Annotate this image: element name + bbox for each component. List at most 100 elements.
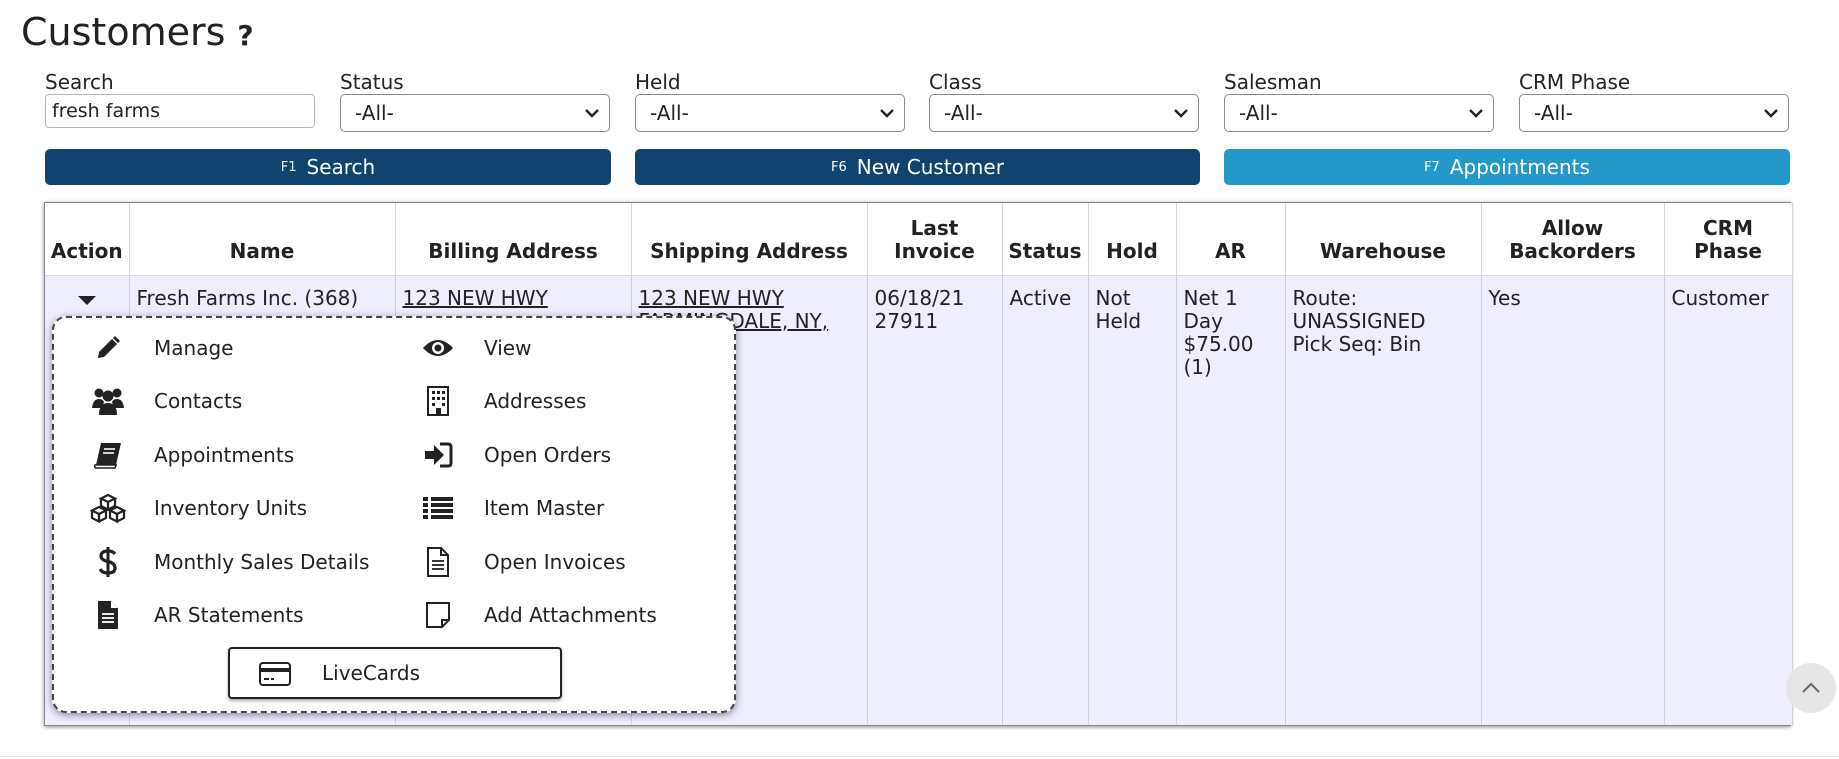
menu-item-addresses[interactable]: Addresses bbox=[418, 381, 586, 421]
crm-phase-select-value: -All- bbox=[1534, 101, 1573, 125]
pencil-icon bbox=[88, 328, 128, 368]
menu-item-ar-statements[interactable]: AR Statements bbox=[88, 595, 304, 635]
chevron-down-icon bbox=[585, 109, 599, 118]
held-label: Held bbox=[635, 70, 681, 94]
ar-line3: $75.00 bbox=[1183, 331, 1254, 356]
page-title: Customers ? bbox=[21, 10, 254, 54]
chevron-down-icon bbox=[880, 109, 894, 118]
header-allow-backorders-line1: Allow bbox=[1541, 215, 1604, 240]
appointments-button-label: Appointments bbox=[1449, 155, 1590, 179]
menu-label-add-attachments: Add Attachments bbox=[484, 603, 657, 627]
held-filter: Held -All- bbox=[635, 70, 905, 132]
salesman-filter: Salesman -All- bbox=[1224, 70, 1494, 132]
chevron-down-icon bbox=[1174, 109, 1188, 118]
credit-card-icon bbox=[258, 659, 292, 689]
header-action: Action bbox=[45, 203, 130, 276]
new-customer-button-label: New Customer bbox=[856, 155, 1004, 179]
header-crm-phase-line2: Phase bbox=[1694, 238, 1762, 263]
last-invoice-cell: 06/18/21 27911 bbox=[867, 275, 1003, 725]
status-select[interactable]: -All- bbox=[340, 94, 610, 132]
menu-item-add-attachments[interactable]: Add Attachments bbox=[418, 595, 657, 635]
cubes-icon bbox=[88, 488, 128, 528]
crm-phase-label: CRM Phase bbox=[1519, 70, 1631, 94]
search-button[interactable]: F1 Search bbox=[45, 149, 611, 185]
crm-phase-select[interactable]: -All- bbox=[1519, 94, 1789, 132]
file-text-icon bbox=[88, 595, 128, 635]
last-invoice-number: 27911 bbox=[874, 308, 939, 333]
warehouse-line3: Pick Seq: Bin bbox=[1292, 331, 1422, 356]
held-select[interactable]: -All- bbox=[635, 94, 905, 132]
menu-label-addresses: Addresses bbox=[484, 389, 587, 413]
menu-item-view[interactable]: View bbox=[418, 328, 531, 368]
menu-label-open-invoices: Open Invoices bbox=[484, 550, 626, 574]
book-icon bbox=[88, 435, 128, 475]
menu-label-ar-statements: AR Statements bbox=[154, 603, 304, 627]
new-customer-button[interactable]: F6 New Customer bbox=[635, 149, 1200, 185]
hold-line2: Held bbox=[1095, 308, 1142, 333]
search-button-label: Search bbox=[306, 155, 376, 179]
chevron-up-icon bbox=[1802, 682, 1820, 693]
menu-item-livecards[interactable]: LiveCards bbox=[228, 647, 562, 699]
header-crm-phase[interactable]: CRM Phase bbox=[1664, 203, 1793, 276]
search-input[interactable] bbox=[45, 94, 315, 128]
appointments-button[interactable]: F7 Appointments bbox=[1224, 149, 1790, 185]
header-shipping-address[interactable]: Shipping Address bbox=[631, 203, 868, 276]
header-billing-address[interactable]: Billing Address bbox=[395, 203, 632, 276]
header-allow-backorders[interactable]: Allow Backorders bbox=[1481, 203, 1665, 276]
appointments-button-key: F7 bbox=[1424, 159, 1440, 175]
header-crm-phase-line1: CRM bbox=[1703, 215, 1753, 240]
search-filter: Search bbox=[45, 70, 315, 128]
salesman-select[interactable]: -All- bbox=[1224, 94, 1494, 132]
held-select-value: -All- bbox=[650, 101, 689, 125]
header-ar[interactable]: AR bbox=[1176, 203, 1286, 276]
menu-item-appointments[interactable]: Appointments bbox=[88, 435, 294, 475]
menu-item-monthly-sales[interactable]: Monthly Sales Details bbox=[88, 542, 369, 582]
dollar-icon bbox=[88, 542, 128, 582]
header-hold[interactable]: Hold bbox=[1088, 203, 1177, 276]
header-last-invoice[interactable]: Last Invoice bbox=[867, 203, 1003, 276]
new-customer-button-key: F6 bbox=[831, 159, 847, 175]
menu-label-manage: Manage bbox=[154, 336, 234, 360]
scroll-to-top-button[interactable] bbox=[1786, 663, 1836, 713]
ar-line1: Net 1 bbox=[1183, 285, 1238, 310]
menu-item-item-master[interactable]: Item Master bbox=[418, 488, 604, 528]
class-label: Class bbox=[929, 70, 982, 94]
caret-down-icon[interactable] bbox=[77, 295, 96, 305]
menu-item-inventory-units[interactable]: Inventory Units bbox=[88, 488, 307, 528]
menu-item-open-invoices[interactable]: Open Invoices bbox=[418, 542, 626, 582]
header-warehouse[interactable]: Warehouse bbox=[1285, 203, 1482, 276]
billing-address-link[interactable]: 123 NEW HWY bbox=[403, 286, 548, 310]
building-icon bbox=[418, 381, 458, 421]
menu-label-view: View bbox=[484, 336, 532, 360]
hold-line1: Not bbox=[1095, 285, 1131, 310]
file-outline-icon bbox=[418, 542, 458, 582]
class-select[interactable]: -All- bbox=[929, 94, 1199, 132]
class-filter: Class -All- bbox=[929, 70, 1199, 132]
action-menu: Manage View Contacts Addresses Appointme… bbox=[52, 316, 736, 713]
header-last-invoice-line1: Last bbox=[910, 215, 959, 240]
menu-item-manage[interactable]: Manage bbox=[88, 328, 233, 368]
warehouse-cell: Route: UNASSIGNED Pick Seq: Bin bbox=[1285, 275, 1482, 725]
menu-label-item-master: Item Master bbox=[484, 496, 605, 520]
search-label: Search bbox=[45, 70, 114, 94]
header-name[interactable]: Name bbox=[129, 203, 396, 276]
search-button-key: F1 bbox=[280, 159, 297, 175]
menu-item-open-orders[interactable]: Open Orders bbox=[418, 435, 611, 475]
menu-label-appointments: Appointments bbox=[154, 443, 295, 467]
ar-cell: Net 1 Day $75.00 (1) bbox=[1176, 275, 1286, 725]
ar-line2: Day bbox=[1183, 308, 1224, 333]
hold-cell: Not Held bbox=[1088, 275, 1177, 725]
status-filter: Status -All- bbox=[340, 70, 610, 132]
shipping-address-line1[interactable]: 123 NEW HWY bbox=[639, 286, 784, 310]
ar-line4: (1) bbox=[1183, 354, 1212, 379]
menu-item-contacts[interactable]: Contacts bbox=[88, 381, 242, 421]
status-cell: Active bbox=[1002, 275, 1089, 725]
sticky-note-icon bbox=[418, 595, 458, 635]
sign-in-icon bbox=[418, 435, 458, 475]
chevron-down-icon bbox=[1764, 109, 1778, 118]
header-status[interactable]: Status bbox=[1002, 203, 1089, 276]
salesman-select-value: -All- bbox=[1239, 101, 1278, 125]
help-icon[interactable]: ? bbox=[237, 19, 253, 52]
header-allow-backorders-line2: Backorders bbox=[1509, 238, 1636, 263]
bottom-divider bbox=[0, 756, 1839, 757]
